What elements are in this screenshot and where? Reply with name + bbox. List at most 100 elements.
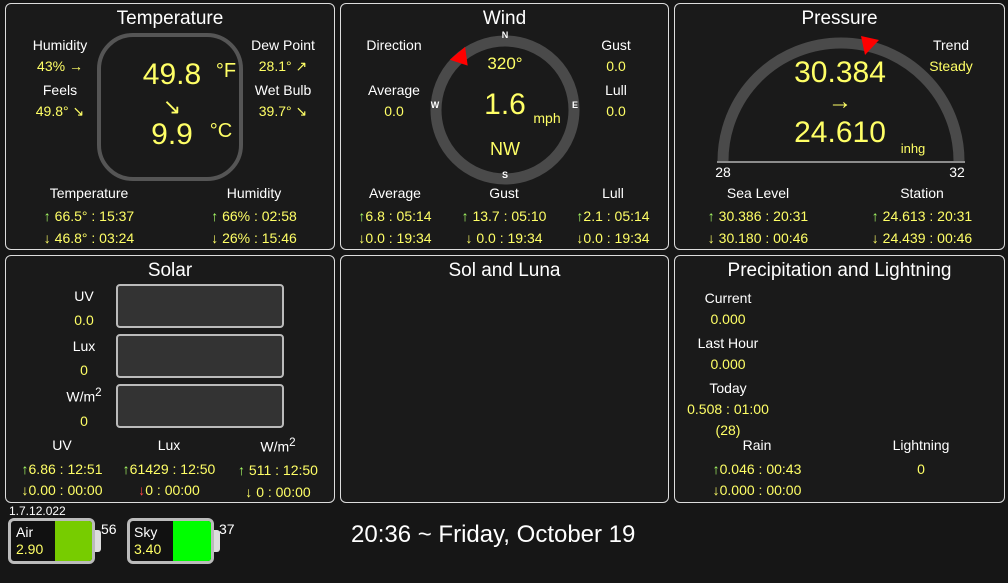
wm-high: ↑ 511 : 12:50 [238,462,318,478]
humidity-value: 43% → [37,58,83,74]
temp-low: ↓ 46.8° : 03:24 [43,230,135,246]
sea-level-low: ↓ 30.180 : 00:46 [707,230,809,246]
sky-battery: Sky 3.40 [127,518,214,564]
gust-high: ↑ 13.7 : 05:10 [461,208,547,224]
last-hour-value: 0.000 [710,356,746,372]
station-pressure: 24.610 [794,116,886,149]
trend-label: Trend [932,37,970,53]
direction-label: Direction [366,37,422,53]
uv-bar [116,284,284,328]
stats-gust-label: Gust [489,185,519,201]
current-value: 0.000 [710,311,746,327]
sea-level-high: ↑ 30.386 : 20:31 [707,208,809,224]
sky-level: 37 [219,521,235,537]
lull-high: ↑2.1 : 05:14 [576,208,650,224]
average-label: Average [368,82,420,98]
gust-low: ↓ 0.0 : 19:34 [465,230,543,246]
stats-average-label: Average [369,185,421,201]
lightning-value: 0 [917,461,925,477]
compass-s: S [501,170,509,180]
average-high: ↑6.8 : 05:14 [358,208,432,224]
uv-low: ↓0.00 : 00:00 [21,482,103,498]
station-low: ↓ 24.439 : 00:46 [871,230,973,246]
air-battery: Air 2.90 [8,518,95,564]
temp-c: 9.9 [151,118,193,151]
wet-bulb-label: Wet Bulb [254,82,312,98]
wind-speed: 1.6 [484,88,526,121]
air-voltage: 2.90 [16,541,44,557]
panel-title: Pressure [801,8,878,29]
unit-c: °C [209,120,233,142]
panel-title: Solar [147,260,193,281]
lull-label: Lull [605,82,627,98]
dew-point-label: Dew Point [251,37,315,53]
compass-e: E [571,100,579,110]
stats-lux-label: Lux [157,437,181,453]
average-low: ↓0.0 : 19:34 [358,230,432,246]
gauge-min: 28 [715,164,731,180]
today-value: 0.508 : 01:00 [687,401,769,417]
sky-voltage: 3.40 [134,541,162,557]
gust-label: Gust [601,37,631,53]
station-label: Station [900,185,944,201]
temp-f: 49.8 [142,58,202,91]
lux-value: 0 [80,362,88,378]
pressure-panel: Pressure Trend Steady 30.384 → 24.610 in… [674,3,1005,250]
humidity-high: ↑ 66% : 02:58 [211,208,297,224]
lightning-label: Lightning [892,437,950,453]
sky-label: Sky [134,524,158,540]
panel-title: Sol and Luna [448,260,561,281]
feels-label: Feels [42,82,78,98]
wind-cardinal: NW [490,139,520,159]
station-high: ↑ 24.613 : 20:31 [871,208,973,224]
sea-level-pressure: 30.384 [794,56,886,89]
wind-degrees: 320° [487,54,523,73]
current-label: Current [704,290,752,306]
solar-panel: Solar UV 0.0 Lux 0 W/m2 0 UV ↑6.86 : 12:… [5,255,335,503]
sol-luna-panel: Sol and Luna [340,255,669,503]
unit-f: °F [215,60,237,82]
uv-label: UV [74,288,94,304]
pressure-trend-arrow: → [828,88,852,115]
today-label: Today [709,380,747,396]
temperature-panel: Temperature Humidity 43% → Feels 49.8° ↘… [5,3,335,250]
lull-value: 0.0 [606,103,626,119]
panel-title: Precipitation and Lightning [727,260,952,281]
panel-title: Temperature [116,8,224,29]
last-hour-label: Last Hour [697,335,759,351]
datetime: 20:36 ~ Friday, October 19 [351,521,636,548]
wind-unit: mph [533,110,561,126]
stats-lull-label: Lull [602,185,624,201]
rain-low: ↓0.000 : 00:00 [712,482,802,498]
sky-battery-fill [172,521,211,561]
lux-high: ↑61429 : 12:50 [122,461,216,477]
compass-n: N [501,30,509,40]
uv-value: 0.0 [74,312,94,328]
stats-uv-label: UV [52,437,72,453]
stats-temperature-label: Temperature [49,185,129,201]
average-value: 0.0 [384,103,404,119]
version-label: 1.7.12.022 [9,504,66,518]
rain-label: Rain [742,437,772,453]
humidity-label: Humidity [32,37,88,53]
lux-low: ↓0 : 00:00 [138,482,200,498]
pressure-unit: inhg [900,141,926,156]
gust-value: 0.0 [606,58,626,74]
humidity-low: ↓ 26% : 15:46 [211,230,297,246]
rain-high: ↑0.046 : 00:43 [712,461,802,477]
wm-low: ↓ 0 : 00:00 [245,484,311,500]
gauge-max: 32 [949,164,965,180]
wm-bar [116,384,284,428]
air-level: 56 [101,521,117,537]
sea-level-label: Sea Level [726,185,790,201]
dew-point-value: 28.1° ↗ [258,58,308,74]
uv-high: ↑6.86 : 12:51 [21,461,103,477]
temp-high: ↑ 66.5° : 15:37 [43,208,135,224]
panel-title: Wind [482,8,527,29]
air-label: Air [16,524,34,540]
temp-trend-arrow: ↘ [162,94,182,119]
compass-w: W [430,100,440,110]
feels-value: 49.8° ↘ [35,103,85,119]
stats-wm-label: W/m2 [260,436,296,455]
lux-bar [116,334,284,378]
